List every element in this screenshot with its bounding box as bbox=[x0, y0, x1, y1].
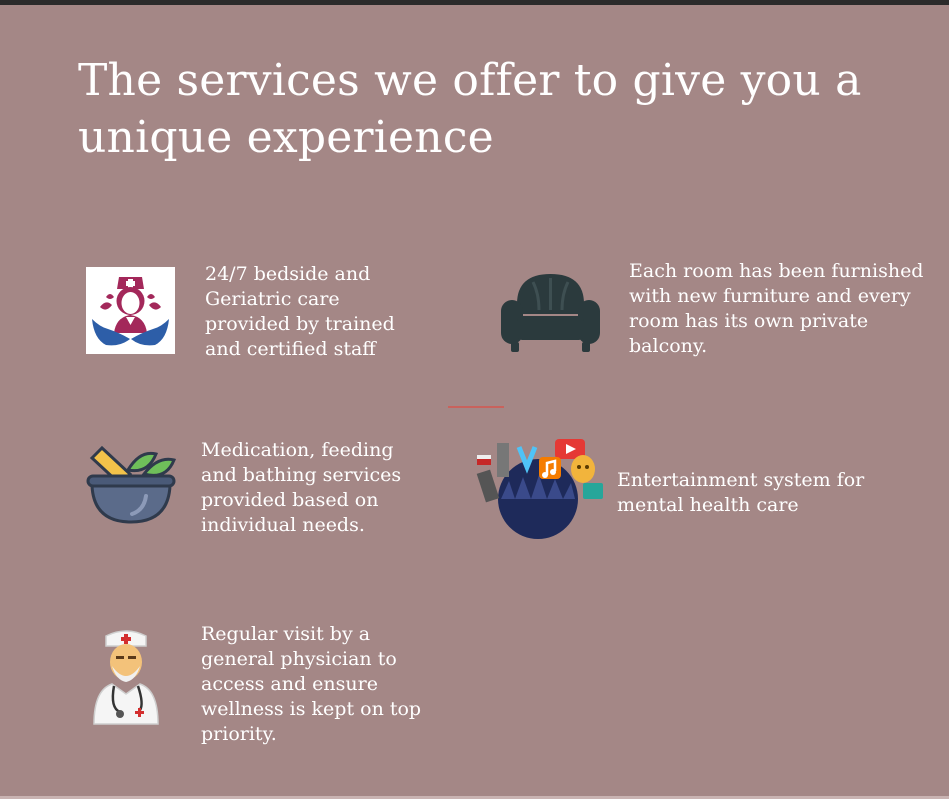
top-bar bbox=[0, 0, 949, 5]
section-divider bbox=[448, 406, 504, 408]
service-text-medication: Medication, feeding and bathing services… bbox=[201, 439, 402, 536]
service-text-entertainment: Entertainment system for mental health c… bbox=[617, 469, 865, 516]
section-title: The services we offer to give you a uniq… bbox=[78, 55, 862, 163]
entertainment-icon bbox=[475, 437, 605, 541]
service-text-bedside-care: 24/7 bedside and Geriatric care provided… bbox=[205, 263, 395, 360]
service-text-furnished-rooms: Each room has been furnished with new fu… bbox=[629, 260, 924, 357]
nurse-care-icon bbox=[86, 267, 175, 354]
doctor-icon bbox=[90, 628, 162, 726]
sofa-icon bbox=[499, 270, 602, 354]
service-text-physician-visit: Regular visit by a general physician to … bbox=[201, 623, 422, 745]
mortar-pestle-icon bbox=[84, 440, 178, 526]
